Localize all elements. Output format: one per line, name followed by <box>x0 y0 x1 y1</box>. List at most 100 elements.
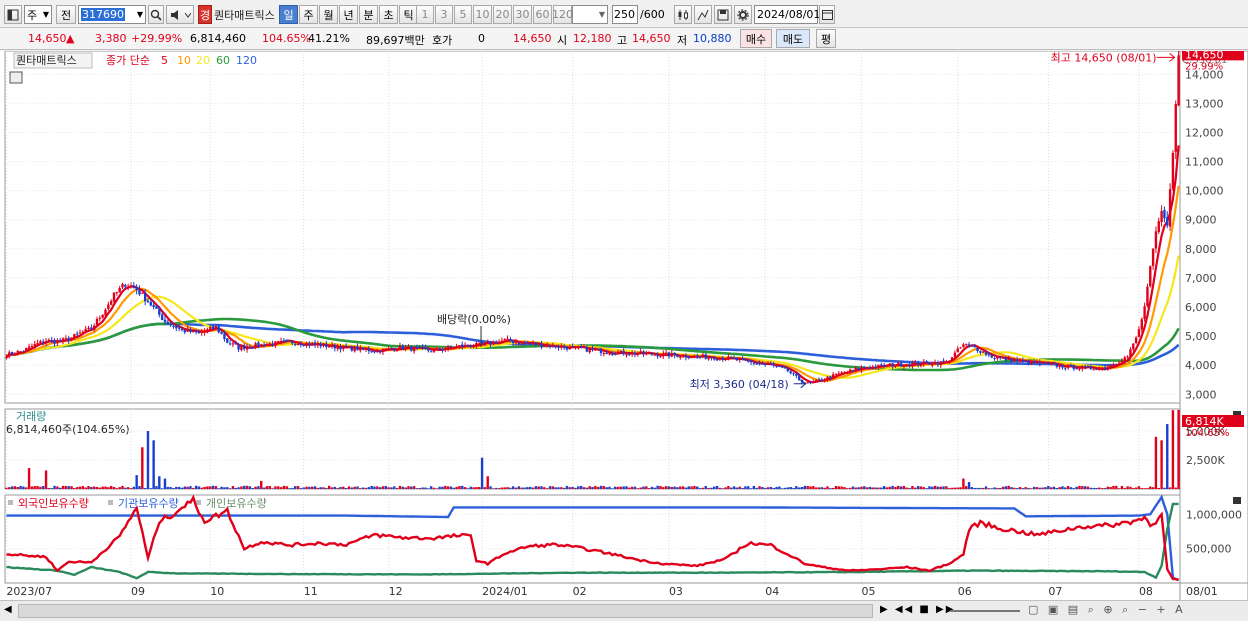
interval-button-10[interactable]: 10 <box>473 5 492 24</box>
volume-bar <box>1177 409 1180 489</box>
interval-button-20[interactable]: 20 <box>493 5 512 24</box>
volume-bar <box>574 487 577 489</box>
candle-body <box>424 347 427 349</box>
interval-button-60[interactable]: 60 <box>533 5 552 24</box>
candle-body <box>75 333 79 335</box>
volume-bar <box>1143 488 1146 489</box>
quote-row: 14,650 ▲ 3,380 +29.99% 6,814,460 104.65%… <box>0 28 1248 50</box>
table-icon[interactable] <box>9 71 23 84</box>
volume-bar <box>942 486 945 489</box>
stock-code-input[interactable]: 317690 ▼ <box>78 5 146 24</box>
candle-body <box>288 340 291 342</box>
volume-bar <box>724 487 727 489</box>
volume-bar <box>10 486 14 489</box>
calendar-icon[interactable] <box>819 5 835 24</box>
volume-value-label: 6,814,460주(104.65%) <box>6 423 130 436</box>
search-icon[interactable] <box>148 5 164 24</box>
volume-bar <box>322 487 325 489</box>
candle-body <box>214 326 218 329</box>
volume-bar <box>245 485 249 489</box>
candle-body <box>469 346 472 348</box>
candle-body <box>514 342 518 344</box>
scroll-track[interactable] <box>18 604 873 618</box>
candle-body <box>1035 361 1039 363</box>
volume-bar <box>936 486 940 489</box>
volume-bar <box>407 486 410 489</box>
volume-bar <box>698 488 702 489</box>
gear-icon[interactable] <box>734 5 752 24</box>
period-type-select[interactable]: 주 ▼ <box>24 5 52 24</box>
current-price-tag: 14,650 <box>1185 51 1224 61</box>
date-input[interactable]: 2024/08/01 <box>754 5 820 24</box>
volume-bar <box>1106 486 1110 489</box>
buy-button[interactable]: 매수 <box>740 29 772 48</box>
candle-body <box>342 345 345 349</box>
drawing-tool-icon[interactable] <box>694 5 712 24</box>
candle-body <box>410 346 413 351</box>
interval-button-3[interactable]: 3 <box>435 5 453 24</box>
volume-bar <box>880 487 883 489</box>
period-button-3[interactable]: 년 <box>339 5 358 24</box>
volume-bar <box>489 486 492 489</box>
candle-body <box>152 304 155 307</box>
interval-select[interactable]: ▼ <box>572 5 608 24</box>
period-button-5[interactable]: 초 <box>379 5 398 24</box>
candle-body <box>931 364 934 366</box>
volume-bar <box>596 486 600 489</box>
candle-body <box>1038 362 1042 364</box>
volume-bar <box>1146 488 1149 489</box>
candle-body <box>780 366 784 368</box>
interval-button-5[interactable]: 5 <box>454 5 472 24</box>
period-button-0[interactable]: 일 <box>279 5 298 24</box>
period-button-1[interactable]: 주 <box>299 5 318 24</box>
x-tick-label-right: 08/01 <box>1186 585 1218 598</box>
candle-body <box>531 342 535 344</box>
scroll-left-icon[interactable]: ◀ <box>4 604 12 615</box>
playback-controls[interactable]: ▶ ◀◀ ■ ▶▶ <box>880 604 955 615</box>
volume-bar <box>1083 486 1087 489</box>
volume-value: 6,814,460 <box>190 32 246 45</box>
chart-app: 주 ▼ 전 317690 ▼ 경 퀀타매트릭스 일주월년분초틱 1 3 5 10 20 30 6… <box>0 0 1248 621</box>
evaluate-button[interactable]: 평 <box>816 29 836 48</box>
x-tick-label: 12 <box>389 585 403 598</box>
zoom-slider[interactable] <box>950 610 1020 612</box>
candle-body <box>984 352 988 355</box>
stock-chart[interactable]: 2023/07 09 10 11 12 2024/01 02 03 04 05 06 07 08 08/0… <box>0 48 1248 602</box>
candle-body <box>1171 152 1175 190</box>
sell-button[interactable]: 매도 <box>776 29 810 48</box>
x-tick-label: 11 <box>304 585 318 598</box>
candle-body <box>310 343 314 345</box>
volume-bar <box>797 487 801 489</box>
period-button-4[interactable]: 분 <box>359 5 378 24</box>
volume-bar <box>863 486 866 489</box>
volume-bar <box>163 478 167 489</box>
candle-body <box>87 327 90 330</box>
chart-tool-icons[interactable]: ▢ ▣ ▤ ⌕ ⊕ ⌕ − + A <box>1028 603 1186 617</box>
candle-body <box>863 366 866 369</box>
bottom-scrollbar[interactable]: ◀ ▶ ◀◀ ■ ▶▶ ▢ ▣ ▤ ⌕ ⊕ ⌕ − + A <box>0 600 1248 621</box>
candle-icon[interactable] <box>674 5 692 24</box>
speaker-icon[interactable] <box>166 5 194 24</box>
holdings-panel-close-icon[interactable] <box>1233 497 1241 504</box>
prev-button[interactable]: 전 <box>56 5 76 24</box>
x-tick-label: 05 <box>861 585 875 598</box>
interval-button-30[interactable]: 30 <box>513 5 532 24</box>
save-icon[interactable] <box>714 5 732 24</box>
volume-bar <box>786 487 790 489</box>
candle-body <box>1115 364 1118 366</box>
candle-body <box>574 346 577 348</box>
volume-bar <box>551 486 555 489</box>
period-button-2[interactable]: 월 <box>319 5 338 24</box>
volume-bar <box>625 486 628 489</box>
candle-body <box>1160 211 1163 223</box>
candle-body <box>455 346 458 348</box>
range-input[interactable]: 250 <box>612 5 638 24</box>
layout-icon[interactable] <box>4 5 22 24</box>
volume-bar <box>809 486 812 489</box>
interval-button-1[interactable]: 1 <box>416 5 434 24</box>
volume-bar <box>701 487 705 489</box>
candle-body <box>1146 286 1149 307</box>
volume-bar <box>512 486 515 489</box>
interval-button-120[interactable]: 120 <box>552 5 573 24</box>
volume-bar <box>673 486 676 489</box>
